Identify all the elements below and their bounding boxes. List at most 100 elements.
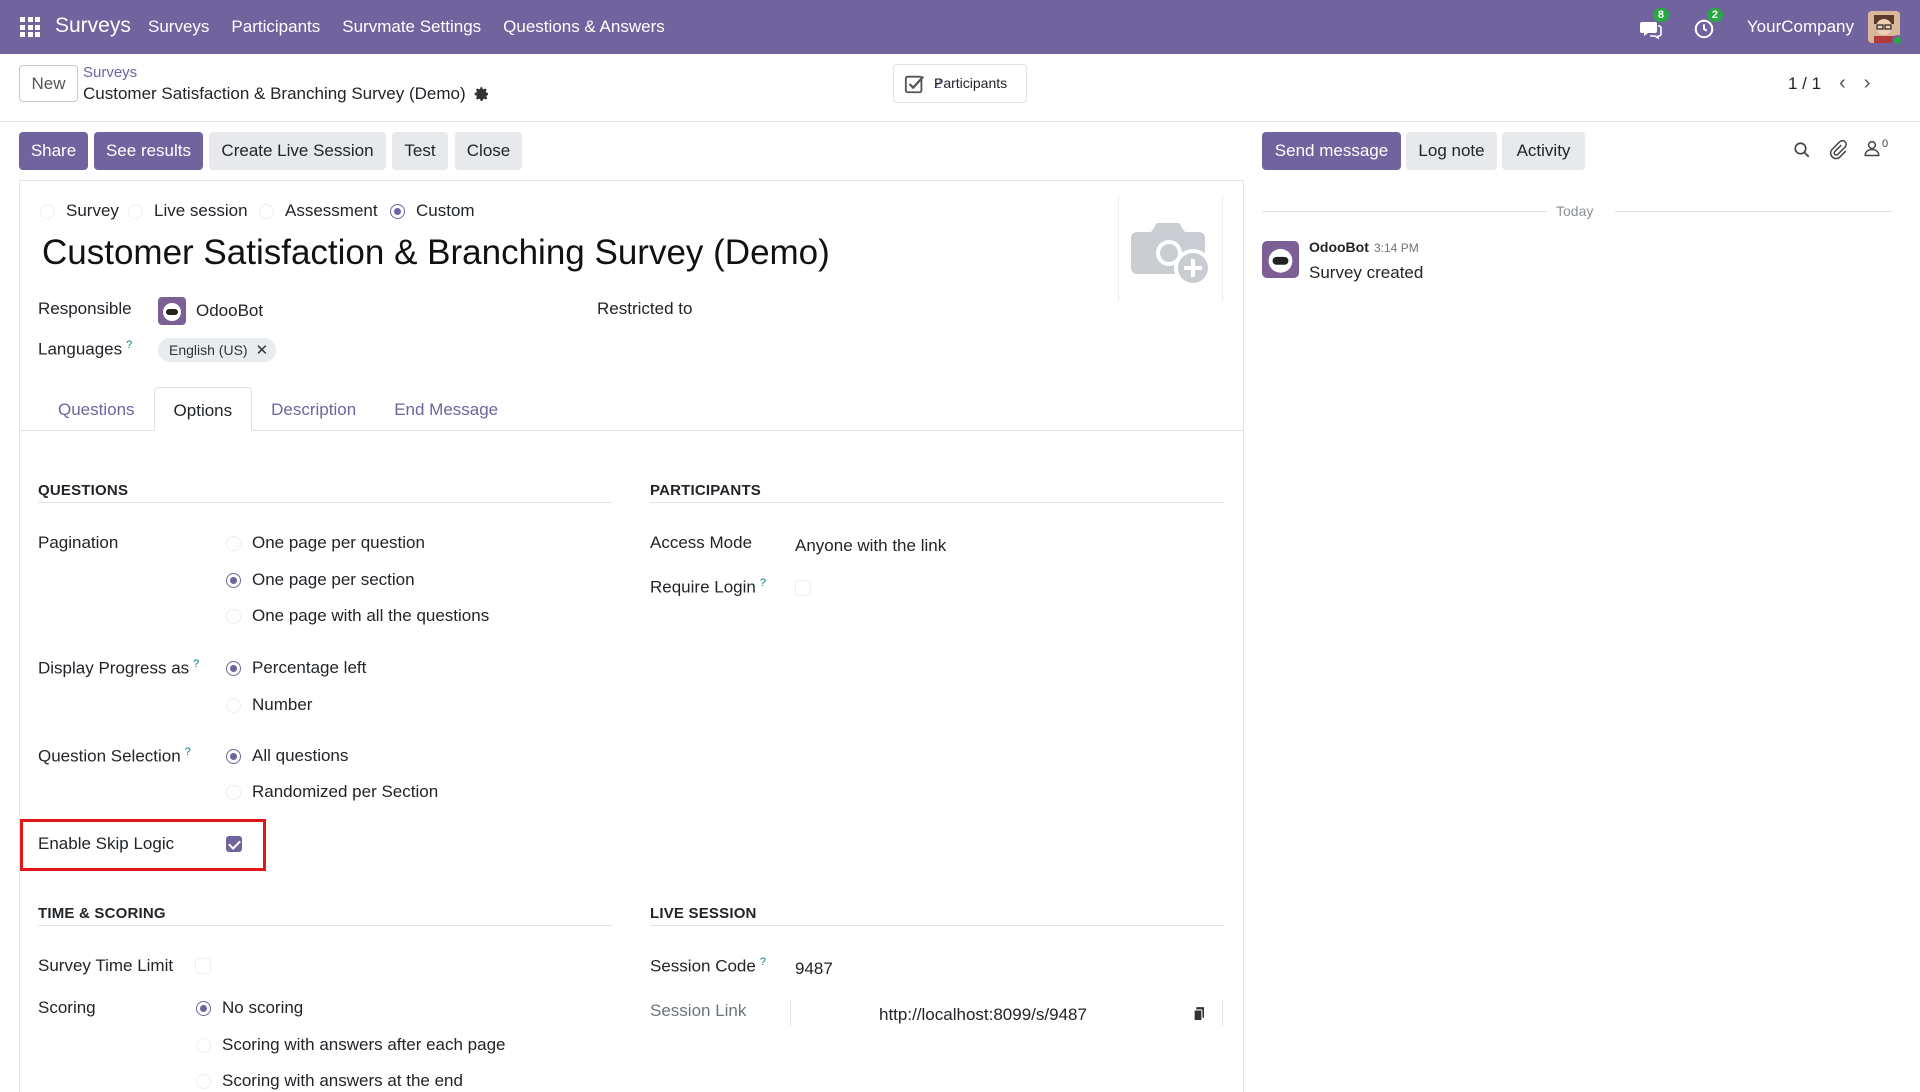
radio-survey[interactable]	[40, 203, 55, 219]
section-divider	[38, 925, 612, 926]
create-live-session-button[interactable]: Create Live Session	[209, 132, 386, 170]
field-divider	[1222, 1000, 1223, 1026]
pagination-option-per-section[interactable]: One page per section	[226, 570, 415, 590]
selection-option-all[interactable]: All questions	[226, 746, 348, 766]
radio-progress-0[interactable]	[226, 660, 241, 676]
radio-pagination-2[interactable]	[226, 608, 241, 624]
survey-time-limit-checkbox[interactable]	[195, 958, 211, 974]
access-mode-label: Access Mode	[650, 533, 753, 552]
message-author[interactable]: OdooBot	[1309, 239, 1369, 255]
tab-options[interactable]: Options	[153, 387, 253, 431]
tab-end-message[interactable]: End Message	[375, 387, 517, 431]
help-icon[interactable]: ?	[193, 658, 199, 670]
send-message-button[interactable]: Send message	[1262, 132, 1401, 170]
pager-previous-icon[interactable]: ‹	[1839, 72, 1846, 95]
enable-skip-logic-checkbox[interactable]	[226, 836, 242, 852]
help-icon[interactable]: ?	[185, 746, 191, 758]
responsible-label: Responsible	[38, 299, 132, 318]
session-code-value[interactable]: 9487	[795, 959, 833, 979]
require-login-label: Require Login?	[650, 577, 766, 598]
radio-custom[interactable]	[390, 203, 405, 219]
tab-description[interactable]: Description	[252, 387, 375, 431]
selection-option-randomized[interactable]: Randomized per Section	[226, 782, 438, 802]
progress-option-label: Number	[252, 695, 313, 714]
radio-progress-1[interactable]	[226, 697, 241, 713]
menu-item-surveys[interactable]: Surveys	[148, 17, 209, 37]
message-body: Survey created	[1309, 263, 1424, 282]
time-scoring-section-title: TIME & SCORING	[38, 905, 166, 922]
pager-next-icon[interactable]: ›	[1864, 72, 1871, 95]
radio-selection-0[interactable]	[226, 748, 241, 764]
session-link-value[interactable]: http://localhost:8099/s/9487	[879, 1005, 1087, 1025]
odoobot-avatar	[158, 297, 186, 325]
radio-pagination-1[interactable]	[226, 572, 241, 588]
survey-type-custom[interactable]: Custom	[390, 201, 475, 221]
message-avatar[interactable]	[1262, 241, 1299, 278]
scoring-option-end[interactable]: Scoring with answers at the end	[196, 1071, 463, 1091]
pager-value[interactable]: 1 / 1	[1788, 74, 1821, 94]
help-icon[interactable]: ?	[126, 339, 132, 351]
user-avatar[interactable]	[1868, 11, 1903, 46]
new-button[interactable]: New	[19, 65, 78, 102]
activity-button[interactable]: Activity	[1502, 132, 1585, 170]
field-divider	[790, 1000, 791, 1026]
pagination-option-label: One page with all the questions	[252, 606, 490, 625]
main-menu: Surveys Participants Survmate Settings Q…	[148, 17, 665, 37]
help-icon[interactable]: ?	[760, 577, 766, 589]
session-code-label-text: Session Code	[650, 956, 756, 976]
survey-type-live-session[interactable]: Live session	[128, 201, 248, 221]
scoring-label: Scoring	[38, 998, 96, 1017]
radio-selection-1[interactable]	[226, 784, 241, 800]
progress-option-number[interactable]: Number	[226, 695, 312, 715]
pagination-option-all[interactable]: One page with all the questions	[226, 606, 489, 626]
survey-type-survey[interactable]: Survey	[40, 201, 119, 221]
require-login-checkbox[interactable]	[795, 580, 811, 596]
messages-button[interactable]: 8	[1639, 8, 1670, 40]
tab-questions[interactable]: Questions	[39, 387, 154, 431]
menu-item-participants[interactable]: Participants	[231, 17, 320, 37]
radio-assessment[interactable]	[259, 203, 274, 219]
gear-icon[interactable]	[474, 86, 490, 102]
scoring-option-label: Scoring with answers at the end	[222, 1071, 463, 1090]
paperclip-icon[interactable]	[1828, 140, 1848, 160]
participants-smart-button[interactable]: Participants 2	[893, 64, 1027, 103]
responsible-value[interactable]: OdooBot	[196, 301, 263, 321]
share-button[interactable]: Share	[19, 132, 88, 170]
log-note-button[interactable]: Log note	[1406, 132, 1497, 170]
clipboard-icon[interactable]	[1192, 1005, 1209, 1022]
display-progress-label: Display Progress as?	[38, 658, 199, 679]
robot-icon	[1268, 248, 1293, 273]
activities-button[interactable]: 2	[1693, 8, 1724, 40]
app-brand[interactable]: Surveys	[55, 14, 131, 38]
test-button[interactable]: Test	[392, 132, 448, 170]
image-field[interactable]	[1118, 196, 1223, 302]
access-mode-select[interactable]: Anyone with the link	[795, 536, 946, 556]
person-icon	[1864, 140, 1880, 157]
survey-title[interactable]: Customer Satisfaction & Branching Survey…	[42, 233, 830, 273]
breadcrumb-parent[interactable]: Surveys	[83, 64, 137, 81]
pagination-option-per-question[interactable]: One page per question	[226, 533, 425, 553]
participants-label: Participants	[934, 75, 1008, 91]
scoring-option-none[interactable]: No scoring	[196, 998, 303, 1018]
radio-scoring-2[interactable]	[196, 1073, 211, 1089]
close-button[interactable]: Close	[455, 132, 522, 170]
remove-tag-icon[interactable]: ✕	[256, 341, 269, 359]
survey-type-custom-label: Custom	[416, 201, 475, 220]
followers-button[interactable]: 0	[1863, 138, 1888, 158]
progress-option-percentage[interactable]: Percentage left	[226, 658, 366, 678]
radio-scoring-0[interactable]	[196, 1000, 211, 1016]
search-icon[interactable]	[1793, 141, 1811, 159]
company-switcher[interactable]: YourCompany	[1747, 17, 1854, 37]
apps-menu-icon[interactable]	[20, 17, 40, 37]
radio-pagination-0[interactable]	[226, 535, 241, 551]
breadcrumb-current: Customer Satisfaction & Branching Survey…	[83, 84, 490, 104]
help-icon[interactable]: ?	[760, 956, 766, 968]
menu-item-questions-answers[interactable]: Questions & Answers	[503, 17, 665, 37]
radio-scoring-1[interactable]	[196, 1037, 211, 1053]
menu-item-survmate-settings[interactable]: Survmate Settings	[342, 17, 481, 37]
section-divider	[38, 502, 612, 503]
survey-type-assessment[interactable]: Assessment	[259, 201, 378, 221]
see-results-button[interactable]: See results	[94, 132, 203, 170]
scoring-option-each-page[interactable]: Scoring with answers after each page	[196, 1035, 506, 1055]
radio-live-session[interactable]	[128, 203, 143, 219]
